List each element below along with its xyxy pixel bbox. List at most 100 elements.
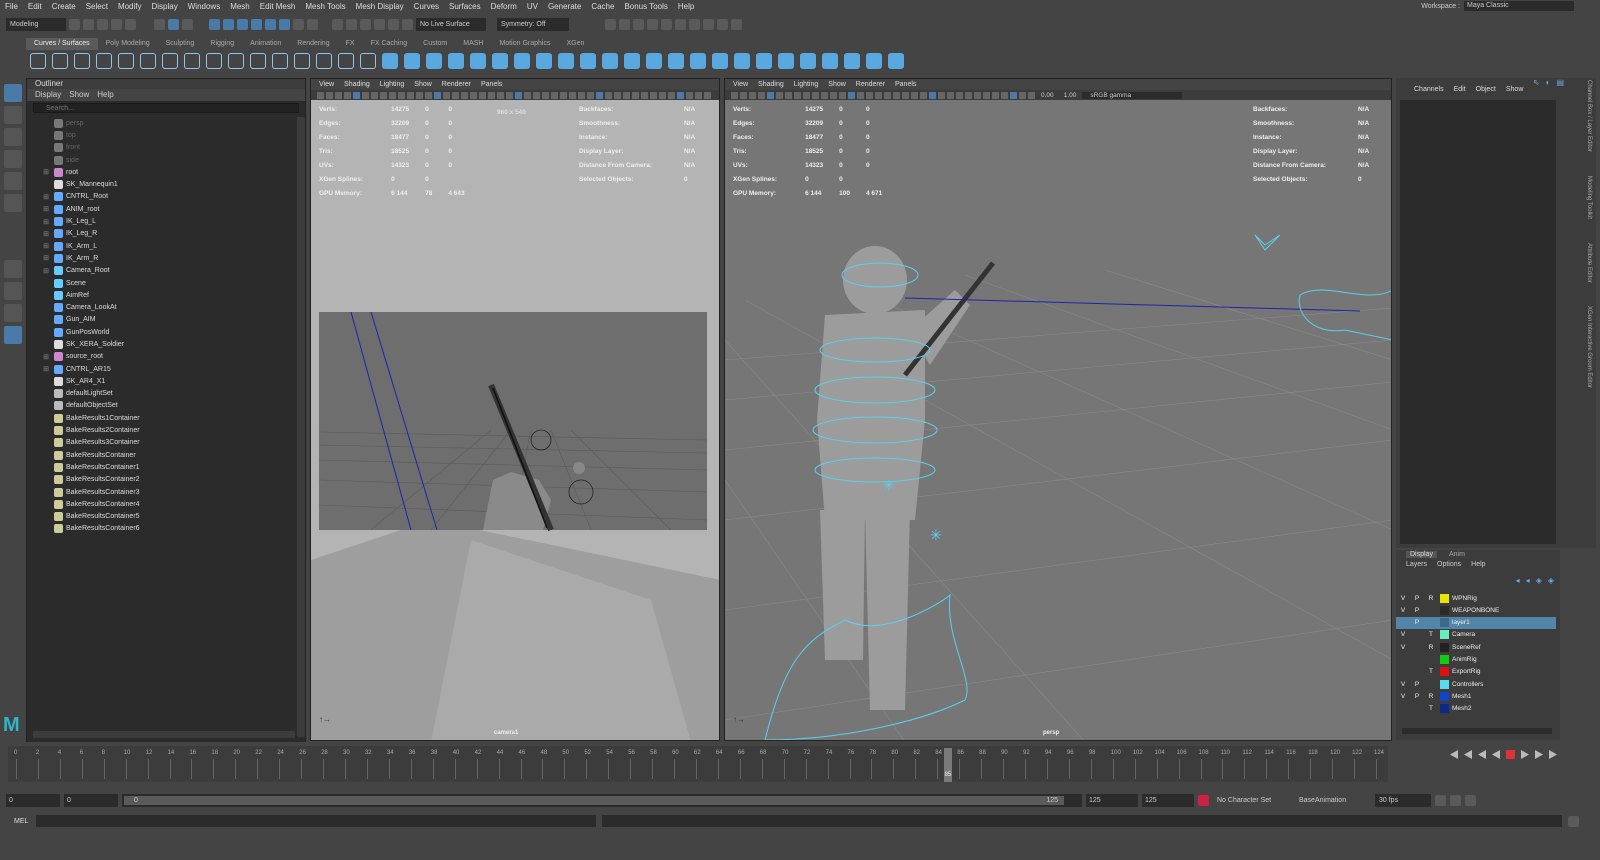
menu-item[interactable]: Mesh xyxy=(225,2,255,11)
outliner-item[interactable]: ⊞ ANIM_root xyxy=(27,203,297,215)
outliner-item[interactable]: defaultLightSet xyxy=(27,388,297,400)
menu-item[interactable]: File xyxy=(0,2,23,11)
viewport-tool-icon[interactable] xyxy=(560,91,567,99)
layer-row[interactable]: T ExportRig xyxy=(1396,666,1556,678)
viewport-tool-icon[interactable] xyxy=(353,91,360,99)
curve-tool8-icon[interactable] xyxy=(360,53,376,69)
viewport-tool-icon[interactable] xyxy=(677,91,684,99)
expand-icon[interactable]: ⊞ xyxy=(41,230,51,238)
layout-icon[interactable]: ▤ xyxy=(1556,78,1564,87)
menu-item[interactable]: Deform xyxy=(486,2,522,11)
layer-color-swatch[interactable] xyxy=(1440,642,1449,652)
viewport-tool-icon[interactable] xyxy=(344,91,351,99)
ui-toggle-icon[interactable] xyxy=(647,18,658,30)
surface-tool-icon[interactable] xyxy=(426,53,442,69)
menu-item[interactable]: Cache xyxy=(586,2,619,11)
layer-down-icon[interactable]: ◂ xyxy=(1526,576,1530,585)
shelf-tab[interactable]: MASH xyxy=(455,38,491,50)
surface-tool-icon[interactable] xyxy=(734,53,750,69)
menu-item[interactable]: Edit Mesh xyxy=(255,2,301,11)
viewport-tool-icon[interactable] xyxy=(812,91,819,99)
undo-icon[interactable] xyxy=(111,18,122,30)
surface-tool-icon[interactable] xyxy=(382,53,398,69)
anim-layer-dropdown[interactable]: BaseAnimation xyxy=(1295,793,1371,807)
viewport-tool-icon[interactable] xyxy=(794,91,801,99)
two-view-icon[interactable] xyxy=(4,304,22,322)
menu-item[interactable]: Generate xyxy=(543,2,586,11)
shelf-gear-icon[interactable] xyxy=(4,38,16,72)
outliner-item[interactable]: SK_Mannequin1 xyxy=(27,178,297,190)
viewport-tool-icon[interactable] xyxy=(461,91,468,99)
shelf-tab[interactable]: Curves / Surfaces xyxy=(26,38,98,50)
side-tab[interactable]: Attribute Editor xyxy=(1586,243,1592,283)
sound-icon[interactable] xyxy=(1450,794,1461,806)
step-forward-icon[interactable] xyxy=(1535,750,1543,759)
hypershade-icon[interactable] xyxy=(374,18,385,30)
side-tab[interactable]: XGen Interactive Groom Editor xyxy=(1586,306,1592,388)
outliner-item[interactable]: BakeResultsContainer5 xyxy=(27,511,297,523)
expand-icon[interactable]: ⊞ xyxy=(41,242,51,250)
outliner-scrollbar[interactable] xyxy=(297,117,305,737)
viewport-menu-item[interactable]: Panels xyxy=(481,79,502,90)
viewport-tool-icon[interactable] xyxy=(569,91,576,99)
viewport-tool-icon[interactable] xyxy=(371,91,378,99)
outliner-menu-item[interactable]: Show xyxy=(69,89,89,101)
move-tool-icon[interactable] xyxy=(4,150,22,168)
viewport-tool-icon[interactable] xyxy=(893,91,900,99)
shelf-tab[interactable]: Rendering xyxy=(289,38,337,50)
layer-v-toggle[interactable]: V xyxy=(1396,693,1410,700)
layer-row[interactable]: V P R WPNRig xyxy=(1396,592,1556,604)
step-back-icon[interactable] xyxy=(1464,750,1472,759)
outliner-item[interactable]: persp xyxy=(27,117,297,129)
go-end-icon[interactable] xyxy=(1549,750,1557,759)
viewport-tool-icon[interactable] xyxy=(551,91,558,99)
snap-view-icon[interactable] xyxy=(251,18,262,30)
menu-item[interactable]: UV xyxy=(522,2,543,11)
viewport-tool-icon[interactable] xyxy=(614,91,621,99)
layer-row[interactable]: T Mesh2 xyxy=(1396,703,1556,715)
pause-icon[interactable] xyxy=(731,18,742,30)
camera-select-icon[interactable] xyxy=(402,18,413,30)
start-time-field[interactable]: 0 xyxy=(6,793,60,807)
menu-item[interactable]: Modify xyxy=(113,2,147,11)
snap-point-icon[interactable] xyxy=(237,18,248,30)
surface-tool-icon[interactable] xyxy=(514,53,530,69)
viewport-tool-icon[interactable] xyxy=(479,91,486,99)
render-view-icon[interactable] xyxy=(388,18,399,30)
ui-toggle-icon[interactable] xyxy=(619,18,630,30)
menu-item[interactable]: Curves xyxy=(409,2,444,11)
ui-toggle-icon[interactable] xyxy=(703,18,714,30)
expand-icon[interactable]: ⊞ xyxy=(41,353,51,361)
go-start-icon[interactable] xyxy=(1450,750,1458,759)
viewport-menu-item[interactable]: Show xyxy=(414,79,432,90)
layer-row[interactable]: V P Controllers xyxy=(1396,678,1556,690)
curve-tool4-icon[interactable] xyxy=(272,53,288,69)
playback-start-field[interactable]: 0 xyxy=(64,793,118,807)
mode-dropdown[interactable]: Modeling xyxy=(6,17,66,31)
menu-item[interactable]: Mesh Display xyxy=(351,2,409,11)
viewport-tool-icon[interactable] xyxy=(362,91,369,99)
viewport-tool-icon[interactable] xyxy=(758,91,765,99)
arc2-icon[interactable] xyxy=(184,53,200,69)
layer-up-icon[interactable]: ◂ xyxy=(1516,576,1520,585)
snap-grid-icon[interactable] xyxy=(209,18,220,30)
snap-surface-icon[interactable] xyxy=(265,18,276,30)
viewport-tool-icon[interactable] xyxy=(839,91,846,99)
surface-tool-icon[interactable] xyxy=(404,53,420,69)
expand-icon[interactable]: ⊞ xyxy=(41,254,51,262)
cv-curve-icon[interactable] xyxy=(96,53,112,69)
curve-tool7-icon[interactable] xyxy=(338,53,354,69)
viewport-tool-icon[interactable] xyxy=(749,91,756,99)
menu-item[interactable]: Select xyxy=(81,2,113,11)
snap-vertex-icon[interactable] xyxy=(279,18,290,30)
viewport-tool-icon[interactable] xyxy=(902,91,909,99)
select-object-icon[interactable] xyxy=(168,18,179,30)
scale-tool-icon[interactable] xyxy=(4,194,22,212)
surface-tool-icon[interactable] xyxy=(558,53,574,69)
viewport-menu-item[interactable]: Show xyxy=(828,79,846,90)
outliner-item[interactable]: Gun_AIM xyxy=(27,314,297,326)
open-scene-icon[interactable] xyxy=(83,18,94,30)
viewport-tool-icon[interactable] xyxy=(974,91,981,99)
outliner-item[interactable]: BakeResultsContainer xyxy=(27,449,297,461)
shelf-tab[interactable]: Animation xyxy=(242,38,289,50)
